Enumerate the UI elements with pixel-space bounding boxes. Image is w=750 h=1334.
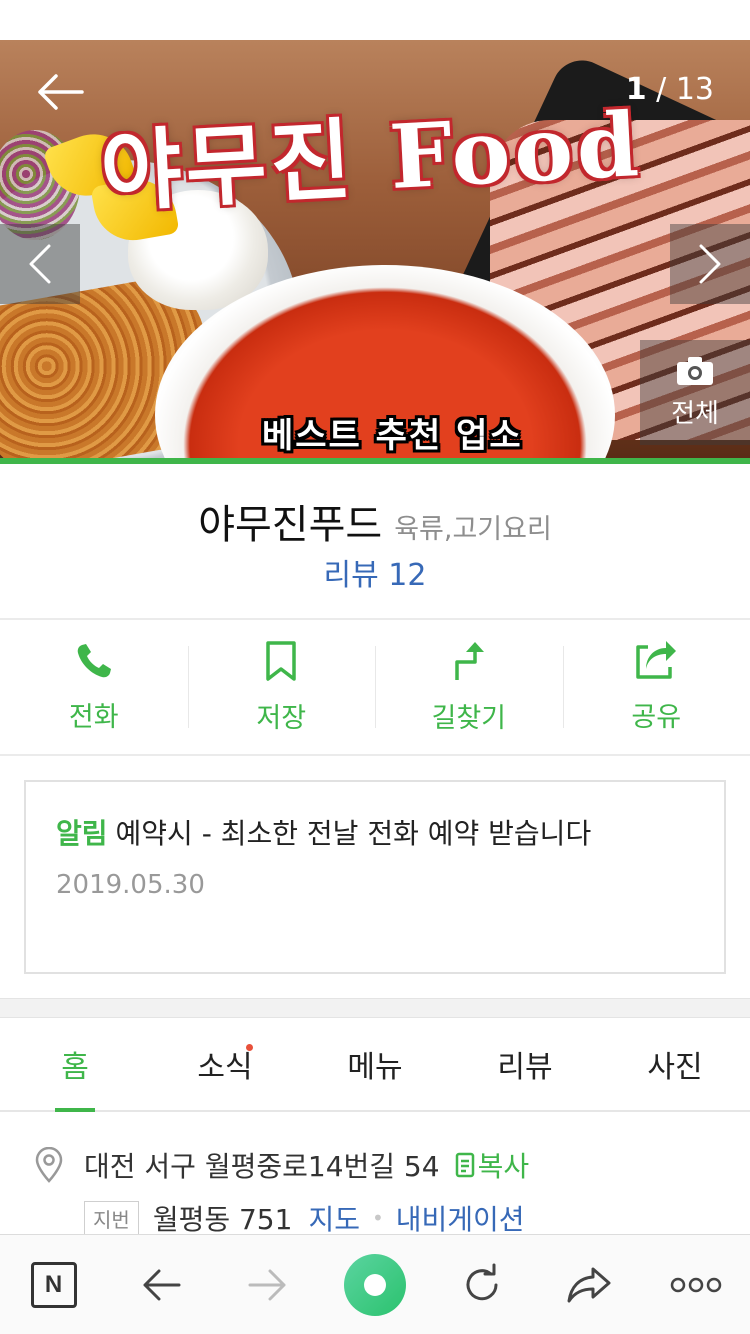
forward-share-icon xyxy=(567,1267,611,1302)
tab-reviews-label: 리뷰 xyxy=(497,1050,553,1085)
camera-icon xyxy=(677,357,713,385)
browser-forward-button[interactable] xyxy=(223,1240,313,1330)
more-dots-icon xyxy=(671,1277,722,1292)
more-options-button[interactable] xyxy=(651,1240,741,1330)
divider xyxy=(0,754,750,756)
address-section: 대전 서구 월평중로14번길 54 복사 지번 월평동 751 지도 • 내비게… xyxy=(34,1138,734,1242)
jibun-tag: 지번 xyxy=(84,1200,139,1236)
directions-button[interactable]: 길찾기 xyxy=(375,620,563,754)
share-icon xyxy=(636,640,677,679)
location-pin-icon xyxy=(35,1147,63,1183)
tab-news[interactable]: 소식 xyxy=(150,1018,300,1110)
new-badge-dot xyxy=(246,1044,253,1051)
tab-menu-label: 메뉴 xyxy=(347,1050,403,1085)
tab-photos[interactable]: 사진 xyxy=(600,1018,750,1110)
review-count-link[interactable]: 리뷰 12 xyxy=(0,550,750,594)
arrow-left-icon xyxy=(38,74,84,110)
tab-menu[interactable]: 메뉴 xyxy=(300,1018,450,1110)
naver-home-button[interactable]: N xyxy=(9,1240,99,1330)
directions-label: 길찾기 xyxy=(431,702,507,734)
place-category: 육류,고기요리 xyxy=(394,514,552,545)
action-bar: 전화 저장 길찾기 공유 xyxy=(0,620,750,754)
photo-carousel[interactable]: 야무진 Food 베스트 추천 업소 1 / 13 전체 xyxy=(0,40,750,458)
all-photos-button[interactable]: 전체 xyxy=(640,340,750,445)
arrow-right-icon xyxy=(248,1269,286,1300)
notice-text: 예약시 - 최소한 전날 전화 예약 받습니다 xyxy=(115,817,592,850)
chevron-right-icon xyxy=(699,244,721,284)
share-label: 공유 xyxy=(631,701,682,733)
chevron-left-icon xyxy=(29,244,51,284)
photo-counter-total: 13 xyxy=(675,72,714,107)
arrow-left-icon xyxy=(143,1269,181,1300)
previous-photo-button[interactable] xyxy=(0,224,80,304)
bookmark-icon xyxy=(266,640,296,681)
place-header: 야무진푸드 육류,고기요리 리뷰 12 xyxy=(0,464,750,619)
save-label: 저장 xyxy=(256,702,307,734)
notice-line: 알림 예약시 - 최소한 전날 전화 예약 받습니다 xyxy=(56,812,591,852)
title-line: 야무진푸드 육류,고기요리 xyxy=(0,492,750,550)
tab-bar: 홈 소식 메뉴 리뷰 사진 xyxy=(0,1018,750,1112)
tab-home[interactable]: 홈 xyxy=(0,1018,150,1110)
jibun-address: 월평동 751 xyxy=(152,1203,293,1236)
road-address-row: 대전 서구 월평중로14번길 54 복사 xyxy=(34,1138,734,1192)
browser-back-button[interactable] xyxy=(116,1240,206,1330)
map-link[interactable]: 지도 xyxy=(308,1198,360,1238)
green-dot-icon xyxy=(343,1253,406,1316)
share-button[interactable]: 공유 xyxy=(562,620,750,754)
tab-news-label: 소식 xyxy=(197,1050,253,1085)
phone-icon xyxy=(77,643,111,677)
green-dot-button[interactable] xyxy=(330,1240,420,1330)
tab-home-label: 홈 xyxy=(61,1050,89,1085)
place-name: 야무진푸드 xyxy=(198,502,383,548)
refresh-button[interactable] xyxy=(437,1240,527,1330)
road-address: 대전 서구 월평중로14번길 54 xyxy=(84,1150,440,1183)
photo-counter-separator: / xyxy=(656,72,676,107)
all-photos-label: 전체 xyxy=(671,399,719,429)
photo-counter-current: 1 xyxy=(625,72,647,107)
call-button[interactable]: 전화 xyxy=(0,620,188,754)
notice-tag: 알림 xyxy=(56,817,108,850)
next-photo-button[interactable] xyxy=(670,224,750,304)
back-button[interactable] xyxy=(32,68,88,116)
naver-logo-icon: N xyxy=(30,1261,77,1308)
copy-icon xyxy=(455,1152,474,1178)
notice-card[interactable]: 알림 예약시 - 최소한 전날 전화 예약 받습니다 2019.05.30 xyxy=(24,780,726,974)
photo-counter: 1 / 13 xyxy=(626,72,714,107)
copy-address-button[interactable]: 복사 xyxy=(454,1145,530,1185)
tab-photos-label: 사진 xyxy=(647,1050,703,1085)
refresh-icon xyxy=(466,1263,498,1300)
place-detail-page: 야무진 Food 베스트 추천 업소 1 / 13 전체 야무진푸드 육류,고기… xyxy=(0,0,750,1334)
hero-caption: 베스트 추천 업소 xyxy=(262,416,523,456)
section-separator xyxy=(0,998,750,1018)
share-page-button[interactable] xyxy=(544,1240,634,1330)
copy-label: 복사 xyxy=(477,1150,530,1183)
notice-date: 2019.05.30 xyxy=(56,870,205,900)
call-label: 전화 xyxy=(68,701,119,733)
save-button[interactable]: 저장 xyxy=(187,620,376,754)
separator-dot: • xyxy=(371,1206,384,1230)
navigation-link[interactable]: 내비게이션 xyxy=(396,1198,525,1238)
tab-reviews[interactable]: 리뷰 xyxy=(450,1018,600,1110)
browser-toolbar: N xyxy=(0,1234,750,1334)
directions-icon xyxy=(455,641,484,680)
